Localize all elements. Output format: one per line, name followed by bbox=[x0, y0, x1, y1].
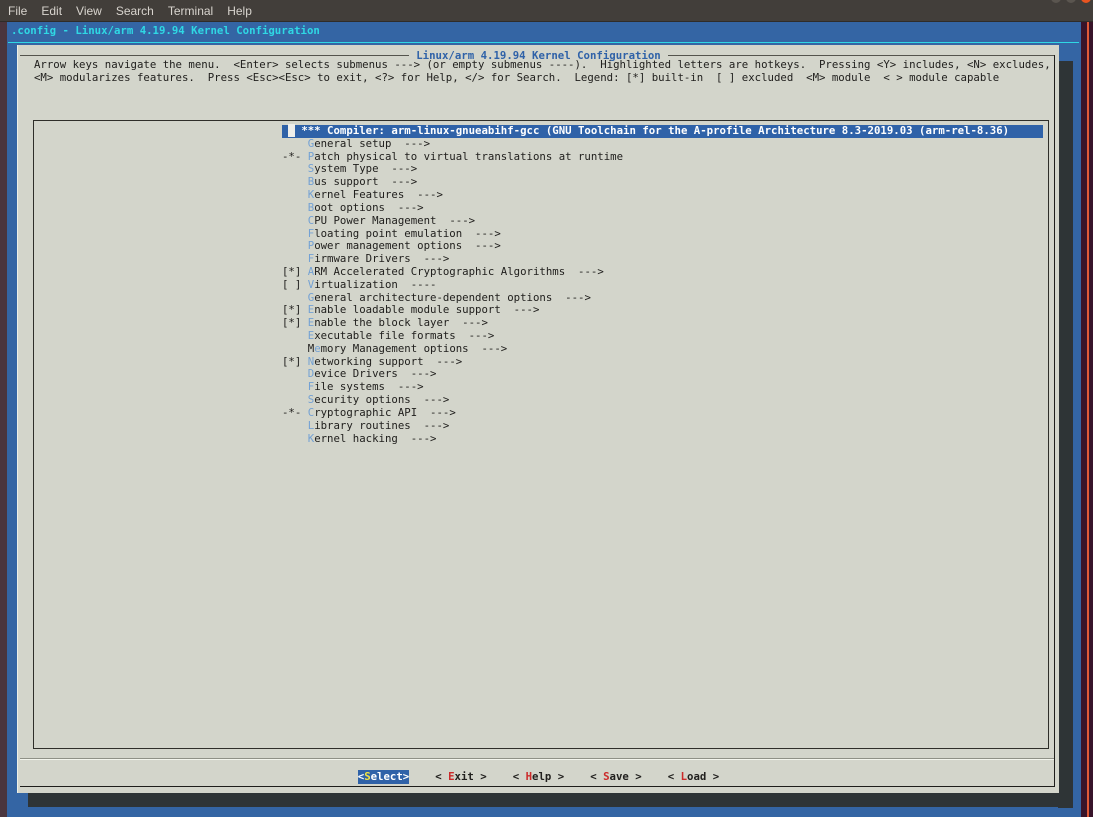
menubar-item-terminal[interactable]: Terminal bbox=[168, 4, 213, 18]
menubar-item-view[interactable]: View bbox=[76, 4, 102, 18]
desktop-edge-left bbox=[0, 21, 7, 817]
menubar-item-help[interactable]: Help bbox=[227, 4, 252, 18]
menu-item[interactable]: Kernel hacking ---> bbox=[282, 433, 1043, 446]
menubar-items: File Edit View Search Terminal Help bbox=[8, 0, 252, 21]
button-load[interactable]: < Load > bbox=[668, 770, 720, 784]
button-separator bbox=[20, 758, 1054, 760]
instructions-line-2: <M> modularizes features. Press <Esc><Es… bbox=[34, 72, 999, 85]
close-button[interactable] bbox=[1081, 0, 1091, 3]
backtitle: .config - Linux/arm 4.19.94 Kernel Confi… bbox=[11, 24, 320, 37]
button-exit[interactable]: < Exit > bbox=[435, 770, 487, 784]
dialog-bottom-border bbox=[20, 786, 1054, 787]
dialog-right-border bbox=[1054, 55, 1055, 787]
minimize-button[interactable] bbox=[1051, 0, 1061, 3]
button-save[interactable]: < Save > bbox=[590, 770, 642, 784]
instructions-line-1: Arrow keys navigate the menu. <Enter> se… bbox=[34, 59, 1051, 72]
backtitle-separator bbox=[8, 42, 1079, 43]
terminal-viewport: .config - Linux/arm 4.19.94 Kernel Confi… bbox=[7, 21, 1081, 817]
menubar-item-search[interactable]: Search bbox=[116, 4, 154, 18]
menubar-item-file[interactable]: File bbox=[8, 4, 27, 18]
button-row: <Select> < Exit > < Help > < Save > < Load > bbox=[18, 770, 1059, 784]
menubar-item-edit[interactable]: Edit bbox=[41, 4, 62, 18]
dialog-shadow-right bbox=[1058, 61, 1073, 808]
button-select[interactable]: <Select> bbox=[358, 770, 409, 784]
desktop-edge-right bbox=[1081, 21, 1093, 817]
dialog-shadow-bottom bbox=[28, 793, 1073, 807]
maximize-button[interactable] bbox=[1066, 0, 1076, 3]
button-help[interactable]: < Help > bbox=[513, 770, 565, 784]
menu-list: *** Compiler: arm-linux-gnueabihf-gcc (G… bbox=[282, 125, 1043, 445]
accent-line bbox=[1087, 21, 1089, 817]
menuconfig-dialog: Linux/arm 4.19.94 Kernel Configuration A… bbox=[17, 45, 1059, 793]
terminal-menubar: File Edit View Search Terminal Help bbox=[0, 0, 1093, 22]
